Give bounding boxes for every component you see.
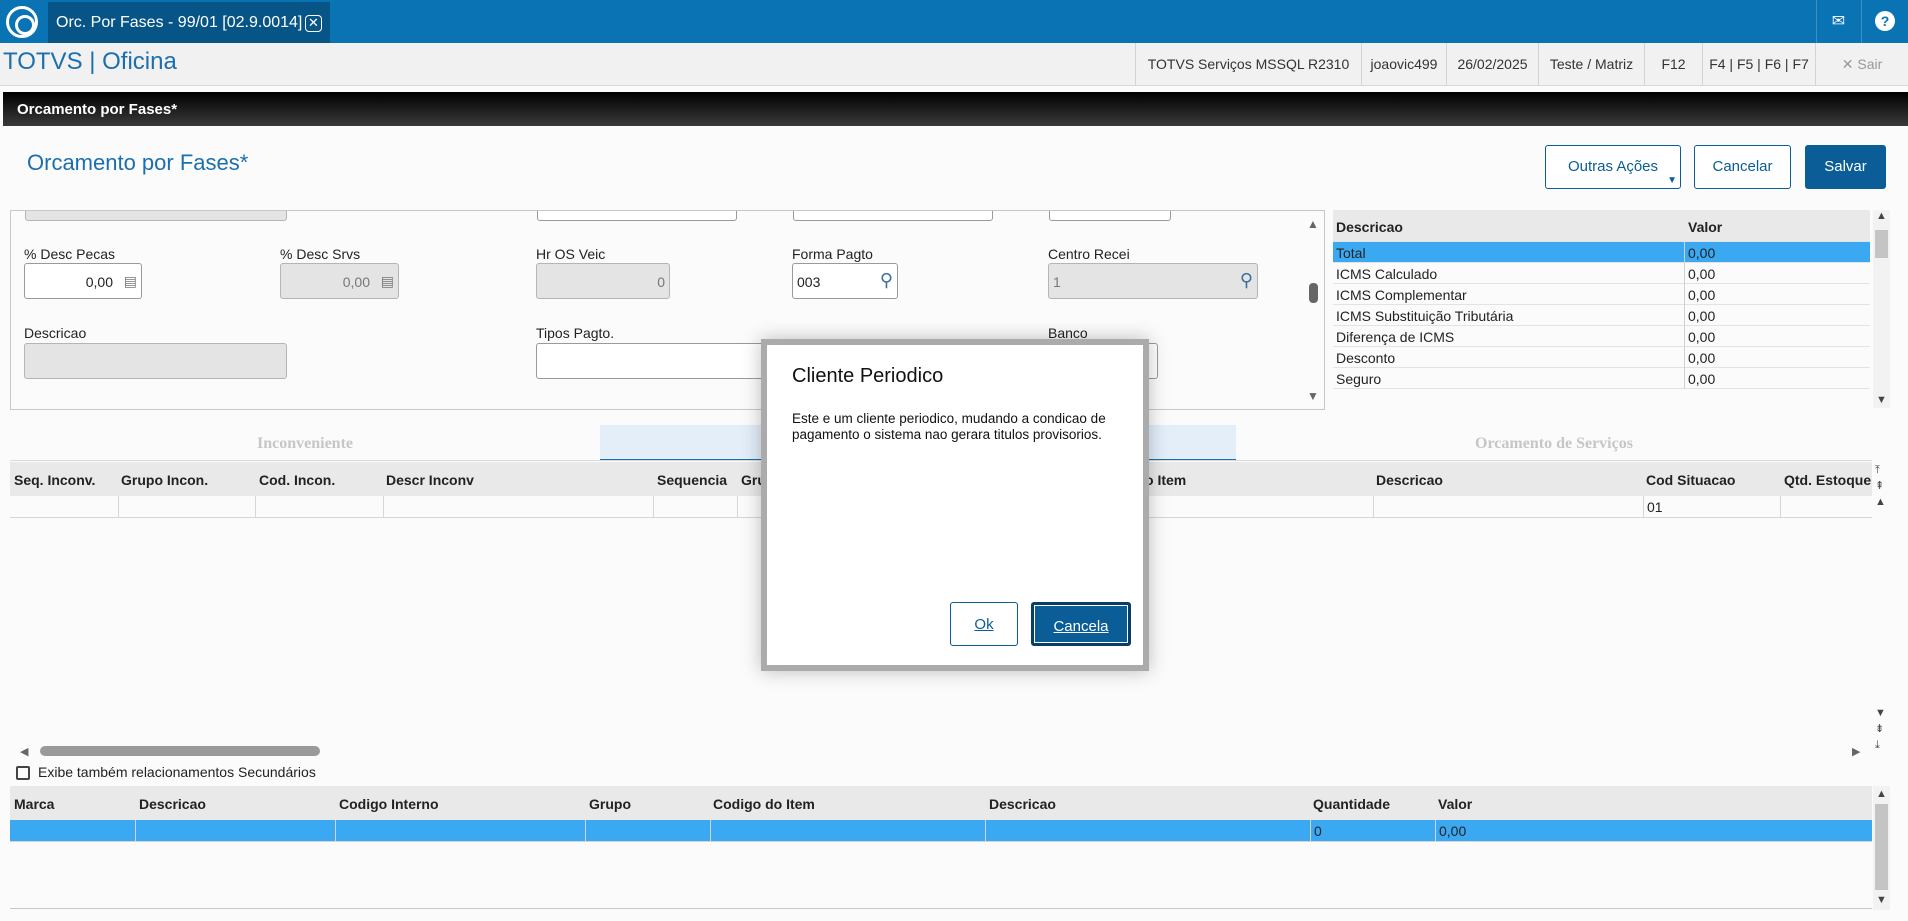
scrollbar-thumb[interactable] (1875, 230, 1888, 258)
hr-os-label: Hr OS Veic (536, 246, 606, 262)
mail-icon[interactable]: ✉ (1816, 0, 1860, 43)
dialog-frame: Cliente Periodico Este e um cliente peri… (761, 339, 1149, 671)
secondary-relations-checkbox[interactable] (16, 766, 30, 780)
form-scrollbar-thumb[interactable] (1309, 283, 1318, 303)
close-icon: ✕ (1841, 56, 1854, 72)
scroll-down-icon[interactable]: ▼ (1876, 394, 1887, 406)
window-title-bar: Orcamento por Fases* (3, 92, 1908, 126)
table-row[interactable]: Diferença de ICMS 0,00 (1333, 326, 1870, 347)
calculator-icon: ▤ (380, 273, 394, 289)
values-table: Descricao Valor Total 0,00 ICMS Calculado… (1333, 210, 1873, 392)
grid-items-header: Marca Descricao Codigo Interno Grupo Cod… (10, 786, 1872, 820)
salvar-button[interactable]: Salvar (1805, 145, 1886, 189)
horizontal-scrollbar-thumb[interactable] (40, 746, 320, 756)
table-row[interactable]: Total 0,00 (1333, 242, 1870, 263)
cod-situacao-cell: 01 (1643, 496, 1663, 518)
scroll-up-icon[interactable]: ▲ (1307, 217, 1319, 231)
caret-down-icon: ▼ (1667, 175, 1677, 186)
scroll-up-icon[interactable]: ▲ (1875, 494, 1886, 510)
search-icon[interactable]: ⚲ (1240, 270, 1253, 291)
scroll-first-icon[interactable]: ⤒ (1875, 462, 1886, 478)
forma-pagto-label: Forma Pagto (792, 246, 873, 262)
exit-button[interactable]: ✕ Sair (1815, 43, 1908, 86)
exit-label: Sair (1857, 56, 1883, 72)
page-title: Orcamento por Fases* (27, 150, 249, 175)
descricao-input (24, 343, 287, 379)
scroll-left-icon[interactable]: ◀ (20, 745, 28, 758)
table-header: Descricao Valor (1333, 210, 1870, 242)
table-row[interactable]: Seguro 0,00 (1333, 368, 1870, 389)
scroll-down-icon[interactable]: ▼ (1876, 894, 1887, 906)
partial-field-3[interactable] (793, 211, 993, 221)
tab-inconveniente[interactable]: Inconveniente (10, 425, 600, 461)
totvs-logo-icon[interactable] (6, 6, 38, 38)
company-info[interactable]: Teste / Matriz (1538, 43, 1644, 86)
environment-info[interactable]: TOTVS Serviços MSSQL R2310 (1135, 43, 1361, 86)
tab-orc-por-fases[interactable]: Orc. Por Fases - 99/01 [02.9.0014] ✕ (48, 2, 330, 43)
grid-scroll-controls[interactable]: ⤒ ⇞ ▲ (1875, 462, 1886, 510)
partial-field-4[interactable] (1049, 211, 1171, 221)
scroll-last-icon[interactable]: ⤓ (1875, 737, 1886, 753)
app-header: TOTVS | Oficina TOTVS Serviços MSSQL R23… (0, 43, 1908, 86)
quantidade-cell: 0 (1310, 820, 1322, 842)
partial-field-1 (25, 211, 287, 221)
scroll-up-icon[interactable]: ▲ (1876, 788, 1887, 800)
descricao-label: Descricao (24, 325, 87, 341)
calculator-icon[interactable]: ▤ (124, 273, 137, 290)
table-row[interactable]: ICMS Complementar 0,00 (1333, 284, 1870, 305)
dialog-message: Este e um cliente periodico, mudando a c… (792, 411, 1106, 442)
grid-bottom-border (10, 908, 1872, 909)
scroll-right-icon[interactable]: ▶ (1852, 745, 1860, 758)
f12-shortcut[interactable]: F12 (1644, 43, 1702, 86)
scrollbar-thumb[interactable] (1875, 804, 1888, 890)
tab-orcamento-servicos[interactable]: Orcamento de Serviços (1236, 425, 1872, 461)
grid-scroll-controls-bottom[interactable]: ▼ ⇟ ⤓ (1875, 705, 1886, 753)
search-icon[interactable]: ⚲ (880, 270, 893, 291)
desc-srvs-input: 0,00 ▤ (280, 263, 399, 299)
tab-title: Orc. Por Fases - 99/01 [02.9.0014] (56, 14, 303, 31)
cliente-periodico-dialog: Cliente Periodico Este e um cliente peri… (767, 345, 1143, 665)
grid-items-scrollbar[interactable]: ▲ ▼ (1873, 786, 1890, 910)
centro-recei-label: Centro Recei (1048, 246, 1130, 262)
table-row[interactable]: ICMS Calculado 0,00 (1333, 263, 1870, 284)
help-icon[interactable]: ? (1861, 0, 1908, 43)
scroll-down-icon[interactable]: ▼ (1307, 389, 1319, 403)
forma-pagto-input[interactable]: 003 ⚲ (792, 263, 898, 299)
values-table-scrollbar[interactable]: ▲ ▼ (1873, 210, 1890, 408)
centro-recei-input: 1 ⚲ (1048, 263, 1258, 299)
table-row[interactable]: ICMS Substituição Tributária 0,00 (1333, 305, 1870, 326)
scroll-page-up-icon[interactable]: ⇞ (1875, 478, 1886, 494)
brand-title: TOTVS | Oficina (3, 48, 177, 75)
desc-srvs-label: % Desc Srvs (280, 246, 361, 262)
cancela-button[interactable]: Cancela (1031, 602, 1131, 646)
secondary-relations-label: Exibe também relacionamentos Secundários (38, 764, 316, 780)
desc-pecas-label: % Desc Pecas (24, 246, 116, 262)
date-info[interactable]: 26/02/2025 (1446, 43, 1538, 86)
tipos-pagto-label: Tipos Pagto. (536, 325, 615, 341)
table-row[interactable]: 0 0,00 (10, 820, 1872, 842)
top-bar: Orc. Por Fases - 99/01 [02.9.0014] ✕ ✉ ? (0, 0, 1908, 43)
function-keys-shortcut[interactable]: F4 | F5 | F6 | F7 (1702, 43, 1815, 86)
partial-field-2[interactable] (537, 211, 737, 221)
ok-button[interactable]: Ok (950, 602, 1018, 646)
hr-os-input: 0 (536, 263, 670, 299)
desc-pecas-input[interactable]: 0,00 ▤ (24, 263, 142, 299)
scroll-page-down-icon[interactable]: ⇟ (1875, 721, 1886, 737)
user-info[interactable]: joaovic499 (1361, 43, 1446, 86)
scroll-up-icon[interactable]: ▲ (1876, 210, 1887, 222)
valor-cell: 0,00 (1435, 820, 1466, 842)
outras-acoes-button[interactable]: Outras Ações ▼ (1545, 145, 1681, 189)
table-row[interactable]: Desconto 0,00 (1333, 347, 1870, 368)
dialog-title: Cliente Periodico (792, 365, 944, 387)
scroll-down-icon[interactable]: ▼ (1875, 705, 1886, 721)
close-icon[interactable]: ✕ (305, 15, 322, 32)
cancelar-button[interactable]: Cancelar (1694, 145, 1791, 189)
